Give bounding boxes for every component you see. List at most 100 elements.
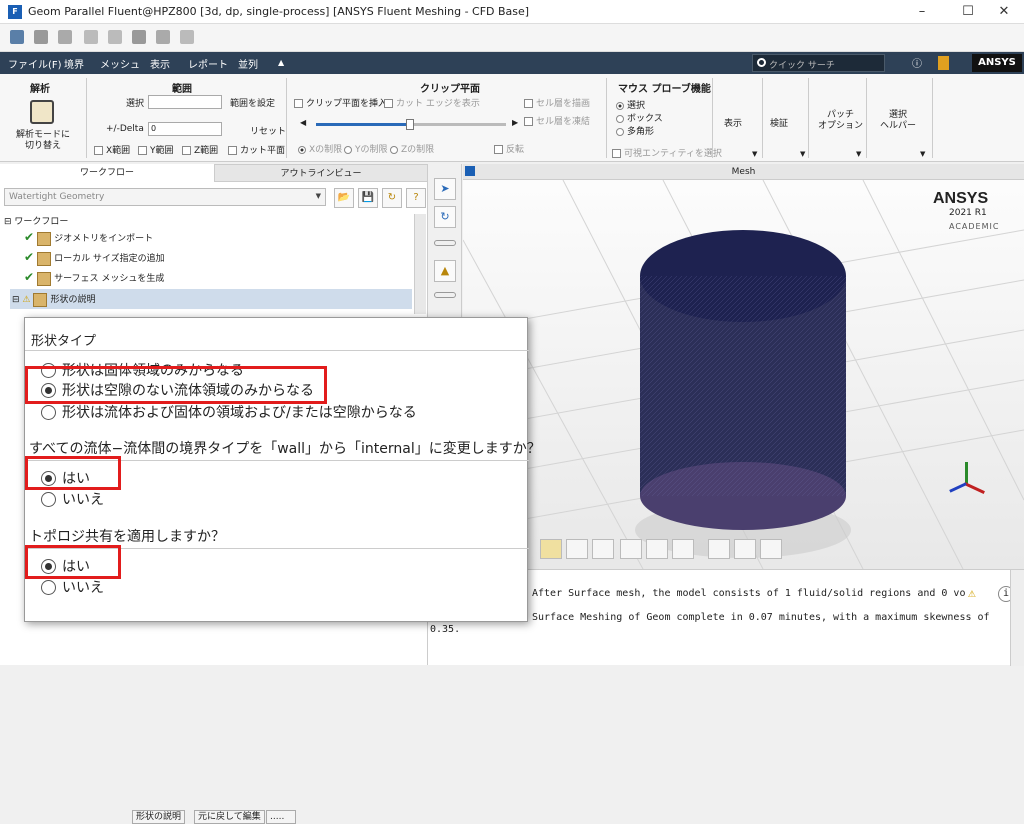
display-dropdown[interactable]: 表示 [724,116,742,129]
slider-left-icon[interactable]: ◀ [300,118,306,127]
tab-workflow[interactable]: ワークフロー [0,164,214,182]
graphics-window[interactable]: Mesh ANSYS 2021 R1 ACADEMIC [463,164,1024,569]
tab-outline-view[interactable]: アウトラインビュー [214,164,428,182]
view-iso-icon[interactable] [566,539,588,559]
tree-item-local-size[interactable]: ✔ ローカル サイズ指定の追加 [24,250,165,266]
tree-item-import[interactable]: ✔ ジオメトリをインポート [24,230,153,246]
help-icon[interactable]: ⓘ [912,55,922,70]
visible-entity-checkbox[interactable]: 可視エンティティを選択 [612,146,722,159]
console-line: Surface Meshing of Geom complete in 0.07… [532,612,990,623]
clip-slider[interactable] [316,119,506,130]
refresh-icon[interactable] [84,30,98,44]
switch-mode-icon[interactable] [30,100,54,124]
menu-report[interactable]: レポート [188,56,228,71]
grid-icon[interactable] [156,30,170,44]
edge-icon[interactable] [646,539,668,559]
insert-clip-checkbox[interactable]: クリップ平面を挿入 [294,96,387,109]
select-network-icon[interactable] [760,539,782,559]
y-clip-radio[interactable]: Yの制限 [344,142,388,155]
revert-edit-button[interactable]: 元に戻して編集 [194,810,265,824]
surface-icon[interactable] [58,30,72,44]
view-front-icon[interactable] [540,539,562,559]
ribbon-separator [932,78,933,158]
axis-triad-icon [943,456,993,506]
view-iso2-icon[interactable] [592,539,614,559]
maximize-button[interactable]: ☐ [948,2,988,22]
menu-boundary[interactable]: 境界 [64,56,84,71]
zoom-box-icon[interactable]: ▲ [434,260,456,282]
minimize-button[interactable]: – [902,2,942,22]
z-range-checkbox[interactable]: Z範囲 [182,143,218,156]
toggle-icon[interactable] [434,292,456,298]
set-range-button[interactable]: 範囲を設定 [230,96,275,109]
cut-plane-checkbox[interactable]: カット平面 [228,143,285,156]
divider [25,350,529,351]
lightning-icon[interactable] [108,30,122,44]
tree-scrollbar[interactable] [414,214,426,314]
help-circle-icon[interactable]: ? [406,188,426,208]
patch-options-dropdown[interactable]: パッチ オプション [818,110,863,132]
x-range-checkbox[interactable]: X範囲 [94,143,130,156]
notes-icon[interactable] [938,56,949,70]
menu-parallel[interactable]: 並列 [238,56,258,71]
probe-select-radio[interactable]: 選択 [616,98,645,111]
face-icon[interactable] [672,539,694,559]
tree-item-describe-geometry[interactable]: ⊟ ⚠ 形状の説明 [10,289,412,309]
tree-item-surface-mesh[interactable]: ✔ サーフェス メッシュを生成 [24,270,164,286]
menu-mesh[interactable]: メッシュ [100,56,140,71]
y-range-checkbox[interactable]: Y範囲 [138,143,174,156]
select-zone-icon[interactable] [708,539,730,559]
z-clip-radio[interactable]: Zの制限 [390,142,434,155]
select-input[interactable] [148,95,222,109]
reload-icon[interactable]: ↻ [382,188,402,208]
menu-file[interactable]: ファイル(F) [8,56,62,71]
chevron-down-icon[interactable]: ▼ [856,150,861,158]
delta-input[interactable]: 0 [148,122,222,136]
menu-display[interactable]: 表示 [150,56,170,71]
invert-checkbox[interactable]: 反転 [494,142,524,155]
text-icon[interactable] [180,30,194,44]
model-icon[interactable] [10,30,24,44]
rotate-icon[interactable]: ↻ [434,206,456,228]
chevron-down-icon[interactable]: ▼ [800,150,805,158]
switch-mode-button[interactable]: 解析モードに 切り替え [16,130,70,152]
open-folder-icon[interactable]: 📂 [334,188,354,208]
collapse-ribbon-icon[interactable]: ▲ [278,58,284,67]
x-clip-radio[interactable]: Xの制限 [298,142,342,155]
console-scrollbar[interactable] [1010,570,1024,666]
wall-no-radio[interactable]: いいえ [41,489,104,509]
probe-box-radio[interactable]: ボックス [616,111,663,124]
clip-slider-thumb[interactable] [406,119,414,130]
check-icon: ✔ [24,250,35,264]
quick-search-input[interactable]: クイック サーチ [752,54,885,72]
ribbon-separator [286,78,287,158]
menu-bar: ファイル(F) 境界 メッシュ 表示 レポート 並列 ▲ クイック サーチ ⓘ … [0,52,1024,74]
describe-geometry-button[interactable]: 形状の説明 [132,810,186,824]
cell-freeze-checkbox[interactable]: セル層を凍結 [524,114,590,127]
select-helper-dropdown[interactable]: 選択 ヘルパー [880,110,916,132]
save-icon[interactable]: 💾 [358,188,378,208]
probe-group-title: マウス プローブ機能 [618,84,711,95]
geometry-option-mixed[interactable]: 形状は流体および固体の領域および/または空隙からなる [41,402,417,422]
more-options-button[interactable]: ..... [266,810,296,824]
geometry-type-label: 形状タイプ [31,334,97,349]
workflow-select[interactable]: Watertight Geometry ▼ [4,188,326,206]
close-button[interactable]: ✕ [984,2,1024,22]
select-object-icon[interactable] [734,539,756,559]
arch-icon[interactable] [132,30,146,44]
cut-edge-checkbox[interactable]: カット エッジを表示 [384,96,480,109]
chevron-down-icon[interactable]: ▼ [752,150,757,158]
reset-button[interactable]: リセット [250,124,286,137]
toggle-icon[interactable] [434,240,456,246]
topology-no-radio[interactable]: いいえ [41,577,104,597]
verify-dropdown[interactable]: 検証 [770,116,788,129]
probe-polygon-radio[interactable]: 多角形 [616,124,654,137]
slider-right-icon[interactable]: ▶ [512,118,518,127]
chevron-down-icon[interactable]: ▼ [920,150,925,158]
mesh-icon[interactable] [34,30,48,44]
node-icon[interactable] [620,539,642,559]
pointer-icon[interactable]: ➤ [434,178,456,200]
cell-draw-checkbox[interactable]: セル層を描画 [524,96,590,109]
tree-root-workflow[interactable]: ⊟ ワークフロー [4,214,68,227]
warning-icon[interactable]: ⚠ [968,586,984,602]
